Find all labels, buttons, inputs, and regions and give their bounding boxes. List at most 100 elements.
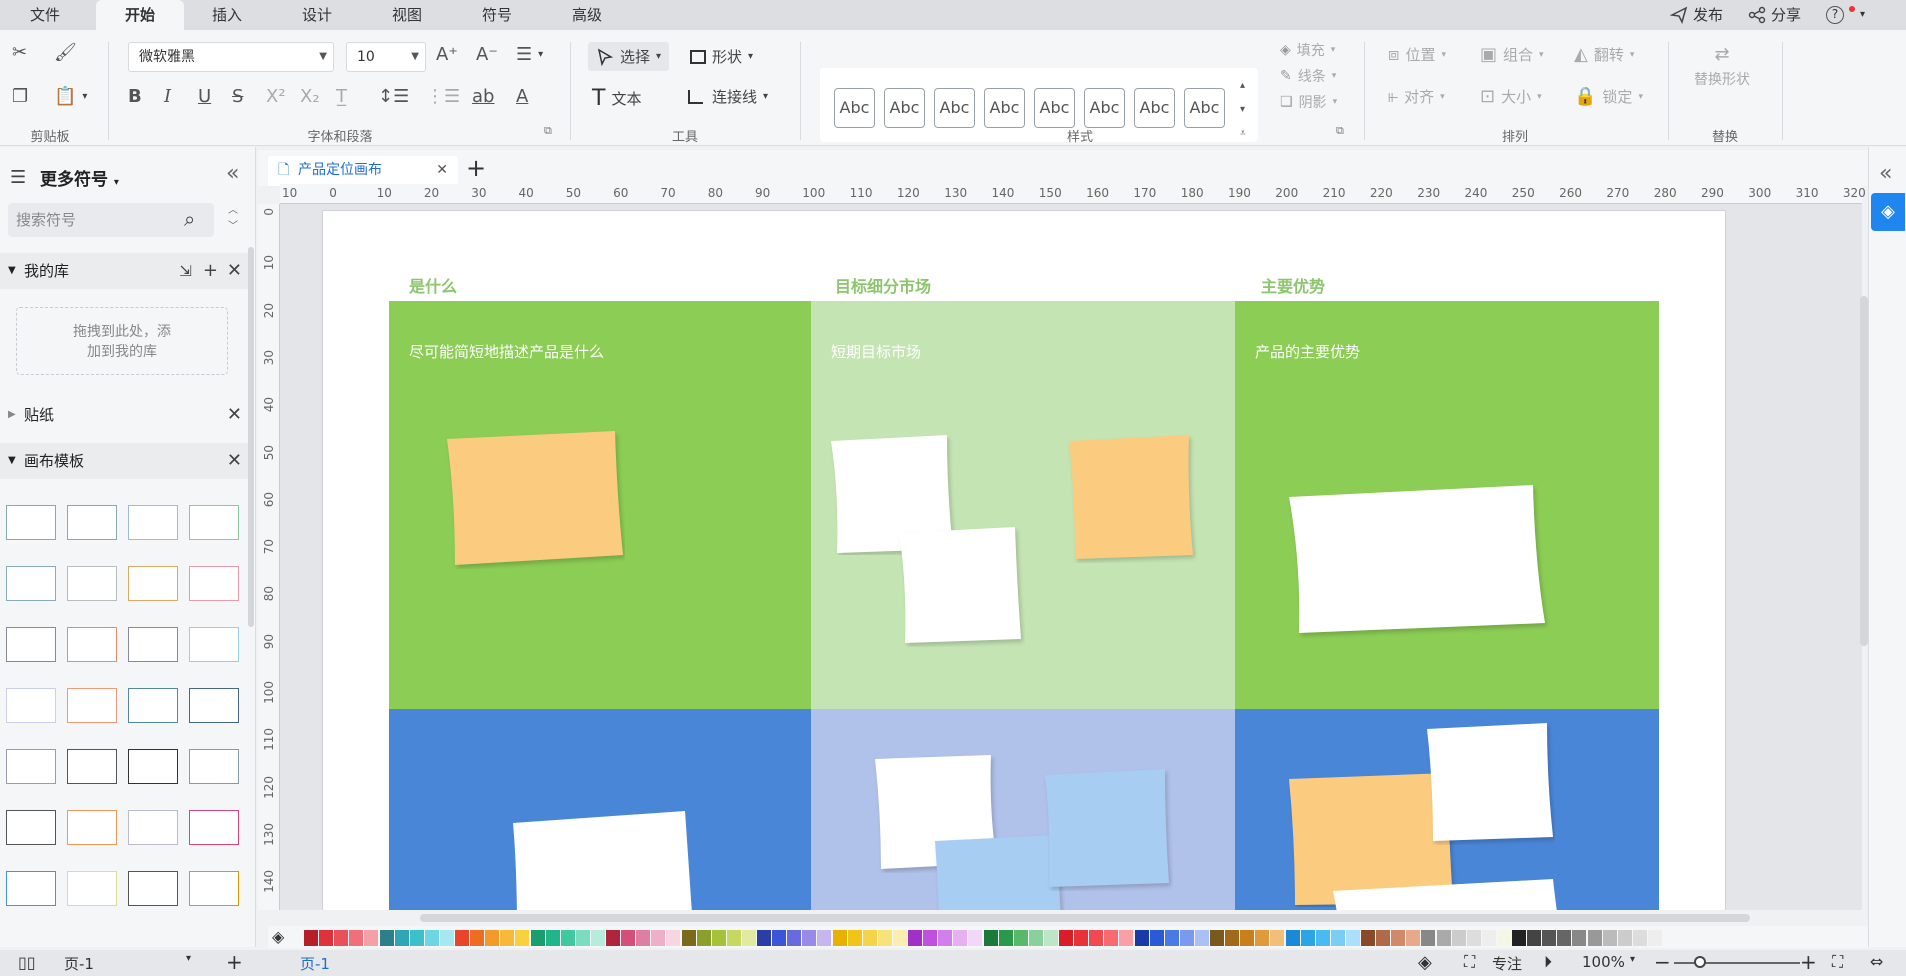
color-swatch[interactable] xyxy=(394,930,409,946)
template-thumbnail[interactable] xyxy=(6,566,56,601)
template-thumbnail[interactable] xyxy=(67,505,117,540)
color-swatch[interactable] xyxy=(606,930,620,946)
color-swatch[interactable] xyxy=(1013,930,1028,946)
cell-segment-top[interactable]: 短期目标市场 xyxy=(811,301,1235,709)
size-button[interactable]: ⊡ 大小 ▾ xyxy=(1480,86,1542,107)
template-thumbnail[interactable] xyxy=(67,749,117,784)
color-swatch[interactable] xyxy=(1194,930,1209,946)
color-swatch[interactable] xyxy=(1074,930,1089,946)
italic-button[interactable]: I xyxy=(164,86,171,107)
color-swatch[interactable] xyxy=(1572,930,1587,946)
color-swatch[interactable] xyxy=(530,930,545,946)
close-icon[interactable]: ✕ xyxy=(436,156,448,184)
blue-sticky-note[interactable] xyxy=(1043,767,1173,891)
cell-advantage-top[interactable]: 产品的主要优势 xyxy=(1235,301,1659,709)
publish-button[interactable]: 发布 xyxy=(1670,0,1723,30)
cut-button[interactable]: ✂ xyxy=(12,42,27,63)
decrease-font-button[interactable]: A⁻ xyxy=(476,44,498,65)
layers-icon[interactable]: ◈ xyxy=(1418,952,1432,973)
fill-button[interactable]: ◈ 填充 ▾ xyxy=(1280,40,1335,60)
template-thumbnail[interactable] xyxy=(128,871,178,906)
text-align-button[interactable]: ☰ ▾ xyxy=(516,44,543,65)
color-swatch[interactable] xyxy=(862,930,877,946)
color-swatch[interactable] xyxy=(439,930,454,946)
menu-tab-file[interactable]: 文件 xyxy=(22,0,68,30)
strikethrough-button[interactable]: S xyxy=(232,86,243,107)
color-swatch[interactable] xyxy=(1376,930,1391,946)
color-swatch[interactable] xyxy=(817,930,832,946)
color-swatch[interactable] xyxy=(1225,930,1240,946)
zoom-value[interactable]: 100% xyxy=(1582,953,1625,971)
color-swatch[interactable] xyxy=(1089,930,1104,946)
template-thumbnail[interactable] xyxy=(6,871,56,906)
expand-panel-icon[interactable]: « xyxy=(1879,161,1892,186)
help-button[interactable]: ? ▾ xyxy=(1826,0,1865,30)
color-swatch[interactable] xyxy=(1330,930,1345,946)
focus-label[interactable]: 专注 xyxy=(1492,953,1522,974)
increase-font-button[interactable]: A⁺ xyxy=(436,44,458,65)
color-swatch[interactable] xyxy=(1059,930,1073,946)
color-swatch[interactable] xyxy=(1285,930,1300,946)
active-page-tab[interactable]: 页-1 xyxy=(300,953,330,974)
color-swatch[interactable] xyxy=(1119,930,1134,946)
template-thumbnail[interactable] xyxy=(67,810,117,845)
color-swatch[interactable] xyxy=(1361,930,1375,946)
template-thumbnail[interactable] xyxy=(128,688,178,723)
color-swatch[interactable] xyxy=(1164,930,1179,946)
font-size-select[interactable]: 10 ▼ xyxy=(346,42,426,72)
menu-tab-insert[interactable]: 插入 xyxy=(204,0,250,30)
style-sample[interactable]: Abc xyxy=(984,88,1025,128)
horizontal-scrollbar[interactable] xyxy=(420,914,1750,922)
color-swatch[interactable] xyxy=(787,930,802,946)
cell-advantage-bottom[interactable] xyxy=(1235,709,1659,910)
color-swatch[interactable] xyxy=(711,930,726,946)
color-swatch[interactable] xyxy=(1466,930,1481,946)
color-swatch[interactable] xyxy=(1557,930,1572,946)
search-icon[interactable]: ⌕ xyxy=(184,207,195,231)
chevron-down-icon[interactable]: ▾ xyxy=(186,953,191,964)
paste-button[interactable]: 📋 ▾ xyxy=(54,86,87,107)
color-swatch[interactable] xyxy=(892,930,907,946)
color-swatch[interactable] xyxy=(741,930,756,946)
paint-bucket-icon[interactable]: ◈ xyxy=(1871,193,1905,231)
menu-tab-view[interactable]: 视图 xyxy=(384,0,430,30)
color-swatch[interactable] xyxy=(983,930,998,946)
library-drop-zone[interactable]: 拖拽到此处，添 加到我的库 xyxy=(16,307,228,375)
color-swatch[interactable] xyxy=(757,930,771,946)
color-swatch[interactable] xyxy=(1315,930,1330,946)
color-swatch[interactable] xyxy=(1104,930,1119,946)
format-painter-button[interactable]: 🖌 xyxy=(54,42,77,63)
orange-sticky-note[interactable] xyxy=(1067,433,1197,563)
white-sticky-note[interactable] xyxy=(1287,483,1551,639)
white-sticky-note[interactable] xyxy=(1331,877,1563,910)
color-swatch[interactable] xyxy=(1179,930,1194,946)
template-thumbnail[interactable] xyxy=(128,749,178,784)
line-spacing-button[interactable]: ↕☰ xyxy=(378,86,409,107)
highlight-button[interactable]: ab xyxy=(472,86,494,107)
import-icon[interactable]: ⇲ xyxy=(179,253,192,289)
template-thumbnail[interactable] xyxy=(6,688,56,723)
panel-scrollbar[interactable] xyxy=(248,247,254,627)
template-thumbnail[interactable] xyxy=(6,810,56,845)
color-swatch[interactable] xyxy=(545,930,560,946)
template-thumbnail[interactable] xyxy=(189,749,239,784)
superscript-button[interactable]: X² xyxy=(266,86,286,107)
fill-color-icon[interactable]: ◈ xyxy=(272,927,284,946)
shape-tool-button[interactable]: 形状 ▾ xyxy=(690,46,753,67)
underline-button[interactable]: U xyxy=(198,86,211,107)
color-swatch[interactable] xyxy=(1512,930,1526,946)
color-swatch[interactable] xyxy=(575,930,590,946)
position-button[interactable]: ⧈ 位置 ▾ xyxy=(1388,44,1446,65)
color-swatch[interactable] xyxy=(1043,930,1058,946)
color-swatch[interactable] xyxy=(923,930,938,946)
cell-what-bottom[interactable] xyxy=(389,709,811,910)
template-thumbnail[interactable] xyxy=(189,627,239,662)
color-swatch[interactable] xyxy=(953,930,968,946)
style-sample[interactable]: Abc xyxy=(934,88,975,128)
select-tool-button[interactable]: 选择 ▾ xyxy=(588,42,670,71)
color-swatch[interactable] xyxy=(772,930,787,946)
connector-tool-button[interactable]: 连接线 ▾ xyxy=(686,86,768,107)
color-swatch[interactable] xyxy=(1028,930,1043,946)
column-heading-segment[interactable]: 目标细分市场 xyxy=(835,273,931,297)
stickers-section[interactable]: ▶ 贴纸 ✕ xyxy=(0,397,252,433)
